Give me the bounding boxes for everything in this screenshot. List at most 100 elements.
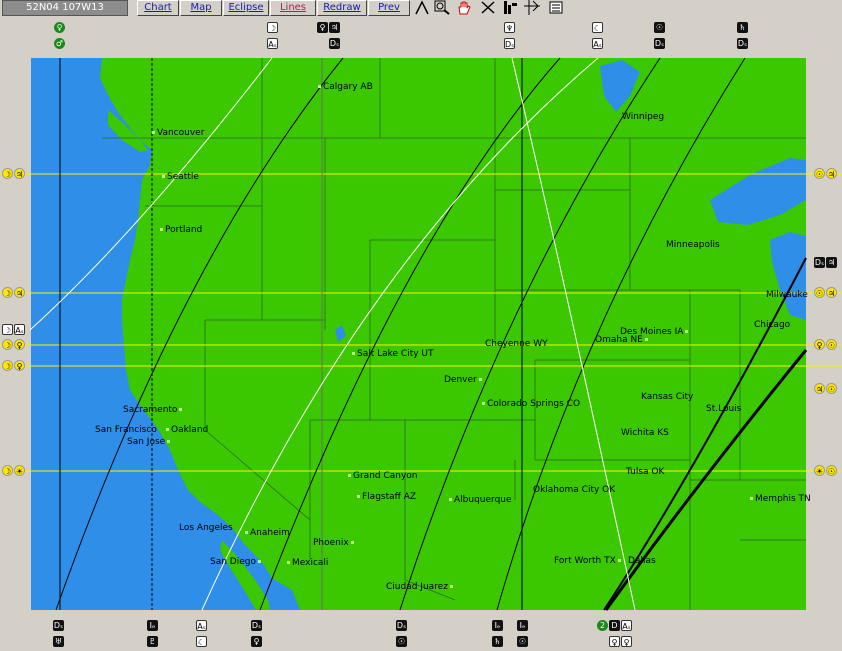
city-label: Milwauke <box>766 290 808 300</box>
sun-icon[interactable]: ☉ <box>826 339 837 350</box>
mars-icon[interactable]: ♂ <box>54 38 65 49</box>
city-label: Winnipeg <box>622 112 665 122</box>
jupiter-icon[interactable]: ♃ <box>826 168 837 179</box>
sun-icon[interactable]: ☉ <box>654 22 665 33</box>
descendant-icon[interactable]: Dₛ <box>251 620 262 631</box>
sun-icon[interactable]: ☉ <box>814 287 825 298</box>
descendant-icon[interactable]: Dₛ <box>396 620 407 631</box>
city-label: Oakland <box>164 425 208 435</box>
descendant-icon[interactable]: Dₛ <box>329 38 340 49</box>
moon-icon[interactable]: ☽ <box>2 360 13 371</box>
print-icon[interactable] <box>548 0 564 15</box>
sun-icon[interactable]: ☉ <box>826 383 837 394</box>
moon-icon[interactable]: ☽ <box>2 287 13 298</box>
moon-icon[interactable]: ☽ <box>267 22 278 33</box>
city-label: Grand Canyon <box>346 471 418 481</box>
descendant-icon[interactable]: Dₛ <box>53 620 64 631</box>
city-label: Omaha NE <box>595 335 650 345</box>
city-label: Phoenix <box>313 538 356 548</box>
city-label: Flagstaff AZ <box>355 492 416 502</box>
city-label: Anaheim <box>243 528 290 538</box>
toolbar: 52N04 107W13 Chart Map Eclipse Lines Red… <box>0 0 842 16</box>
venus-icon[interactable]: ♀ <box>14 360 25 371</box>
lines-cross-icon[interactable] <box>480 0 496 15</box>
map-button[interactable]: Map <box>180 0 222 16</box>
ascendant-icon[interactable]: Aₛ <box>14 324 25 335</box>
jupiter-icon[interactable]: ♃ <box>329 22 340 33</box>
descendant-icon[interactable]: D <box>609 620 620 631</box>
sun-icon[interactable]: ☉ <box>396 636 407 647</box>
city-label: Dallas <box>628 556 656 566</box>
ascendant-icon[interactable]: Aₛ <box>196 620 207 631</box>
ic-icon[interactable]: Iₑ <box>517 620 528 631</box>
pluto-icon[interactable]: ♇ <box>147 636 158 647</box>
city-label: Wichita KS <box>621 428 669 438</box>
city-label: Chicago <box>754 320 791 330</box>
city-label: Memphis TN <box>748 494 811 504</box>
tools-icon[interactable] <box>502 0 518 15</box>
moon-icon[interactable]: ☽ <box>2 339 13 350</box>
venus-icon[interactable]: ♀ <box>621 636 632 647</box>
prev-button[interactable]: Prev <box>368 0 410 16</box>
city-label: Vancouver <box>150 128 204 138</box>
city-label: Denver <box>444 375 484 385</box>
city-label: St.Louis <box>706 404 742 414</box>
saturn-icon[interactable]: ♄ <box>737 22 748 33</box>
sun-icon[interactable]: ☉ <box>517 636 528 647</box>
moon-icon[interactable]: ☽ <box>2 465 13 476</box>
moon-icon[interactable]: ☾ <box>592 22 603 33</box>
ic-icon[interactable]: Iₑ <box>147 620 158 631</box>
saturn-icon[interactable]: ♄ <box>492 636 503 647</box>
city-label: San Diego <box>210 557 263 567</box>
city-label: Cheyenne WY <box>485 339 548 349</box>
hand-icon[interactable] <box>456 0 472 15</box>
zoom-icon[interactable] <box>434 0 450 15</box>
city-label: Sacramento <box>123 405 184 415</box>
city-label: Portland <box>158 225 202 235</box>
city-label: Seattle <box>160 172 199 182</box>
descendant-icon[interactable]: Dₛ <box>737 38 748 49</box>
descendant-icon[interactable]: Dₛ <box>654 38 665 49</box>
venus-icon[interactable]: ♀ <box>54 22 65 33</box>
ascendant-icon[interactable]: Aₛ <box>267 38 278 49</box>
astro-map <box>0 16 842 651</box>
city-label: Oklahoma City OK <box>533 485 616 495</box>
neptune-icon[interactable]: ♆ <box>504 22 515 33</box>
jupiter-icon[interactable]: ♃ <box>826 257 837 268</box>
city-label: Albuquerque <box>447 495 512 505</box>
venus-icon[interactable]: ♀ <box>251 636 262 647</box>
city-label: Salt Lake City UT <box>350 349 434 359</box>
sun-icon[interactable]: ☀ <box>14 465 25 476</box>
venus-icon[interactable]: ♀ <box>317 22 328 33</box>
city-label: Fort Worth TX <box>554 556 623 566</box>
moon-icon[interactable]: ☽ <box>2 324 13 335</box>
descendant-icon[interactable]: Dₛ <box>504 38 515 49</box>
city-label: San Jose <box>127 437 172 447</box>
sun-icon[interactable]: ☀ <box>814 465 825 476</box>
sun-icon[interactable]: ☉ <box>826 465 837 476</box>
compass-icon[interactable] <box>414 0 430 15</box>
redraw-button[interactable]: Redraw <box>317 0 367 16</box>
ascendant-icon[interactable]: Aₛ <box>592 38 603 49</box>
venus-icon[interactable]: ♀ <box>814 339 825 350</box>
descendant-icon[interactable]: Dₛ <box>814 257 825 268</box>
eclipse-button[interactable]: Eclipse <box>223 0 269 16</box>
moon-icon[interactable]: ☾ <box>196 636 207 647</box>
lines-button[interactable]: Lines <box>270 0 316 16</box>
venus-icon[interactable]: ♀ <box>14 339 25 350</box>
ascendant-icon[interactable]: Aₛ <box>621 620 632 631</box>
jupiter-icon[interactable]: ♃ <box>814 383 825 394</box>
sun-icon[interactable]: ☉ <box>814 168 825 179</box>
chart-button[interactable]: Chart <box>137 0 179 16</box>
mercury-icon[interactable]: 2 <box>597 620 608 631</box>
grid-icon[interactable] <box>524 0 540 15</box>
city-label: Ciudad Juarez <box>386 582 455 592</box>
uranus-icon[interactable]: ♅ <box>53 636 64 647</box>
venus-icon[interactable]: ♀ <box>609 636 620 647</box>
jupiter-icon[interactable]: ♃ <box>14 168 25 179</box>
city-label: Kansas City <box>641 392 694 402</box>
jupiter-icon[interactable]: ♃ <box>826 287 837 298</box>
moon-icon[interactable]: ☽ <box>2 168 13 179</box>
jupiter-icon[interactable]: ♃ <box>14 287 25 298</box>
ic-icon[interactable]: Iₑ <box>492 620 503 631</box>
